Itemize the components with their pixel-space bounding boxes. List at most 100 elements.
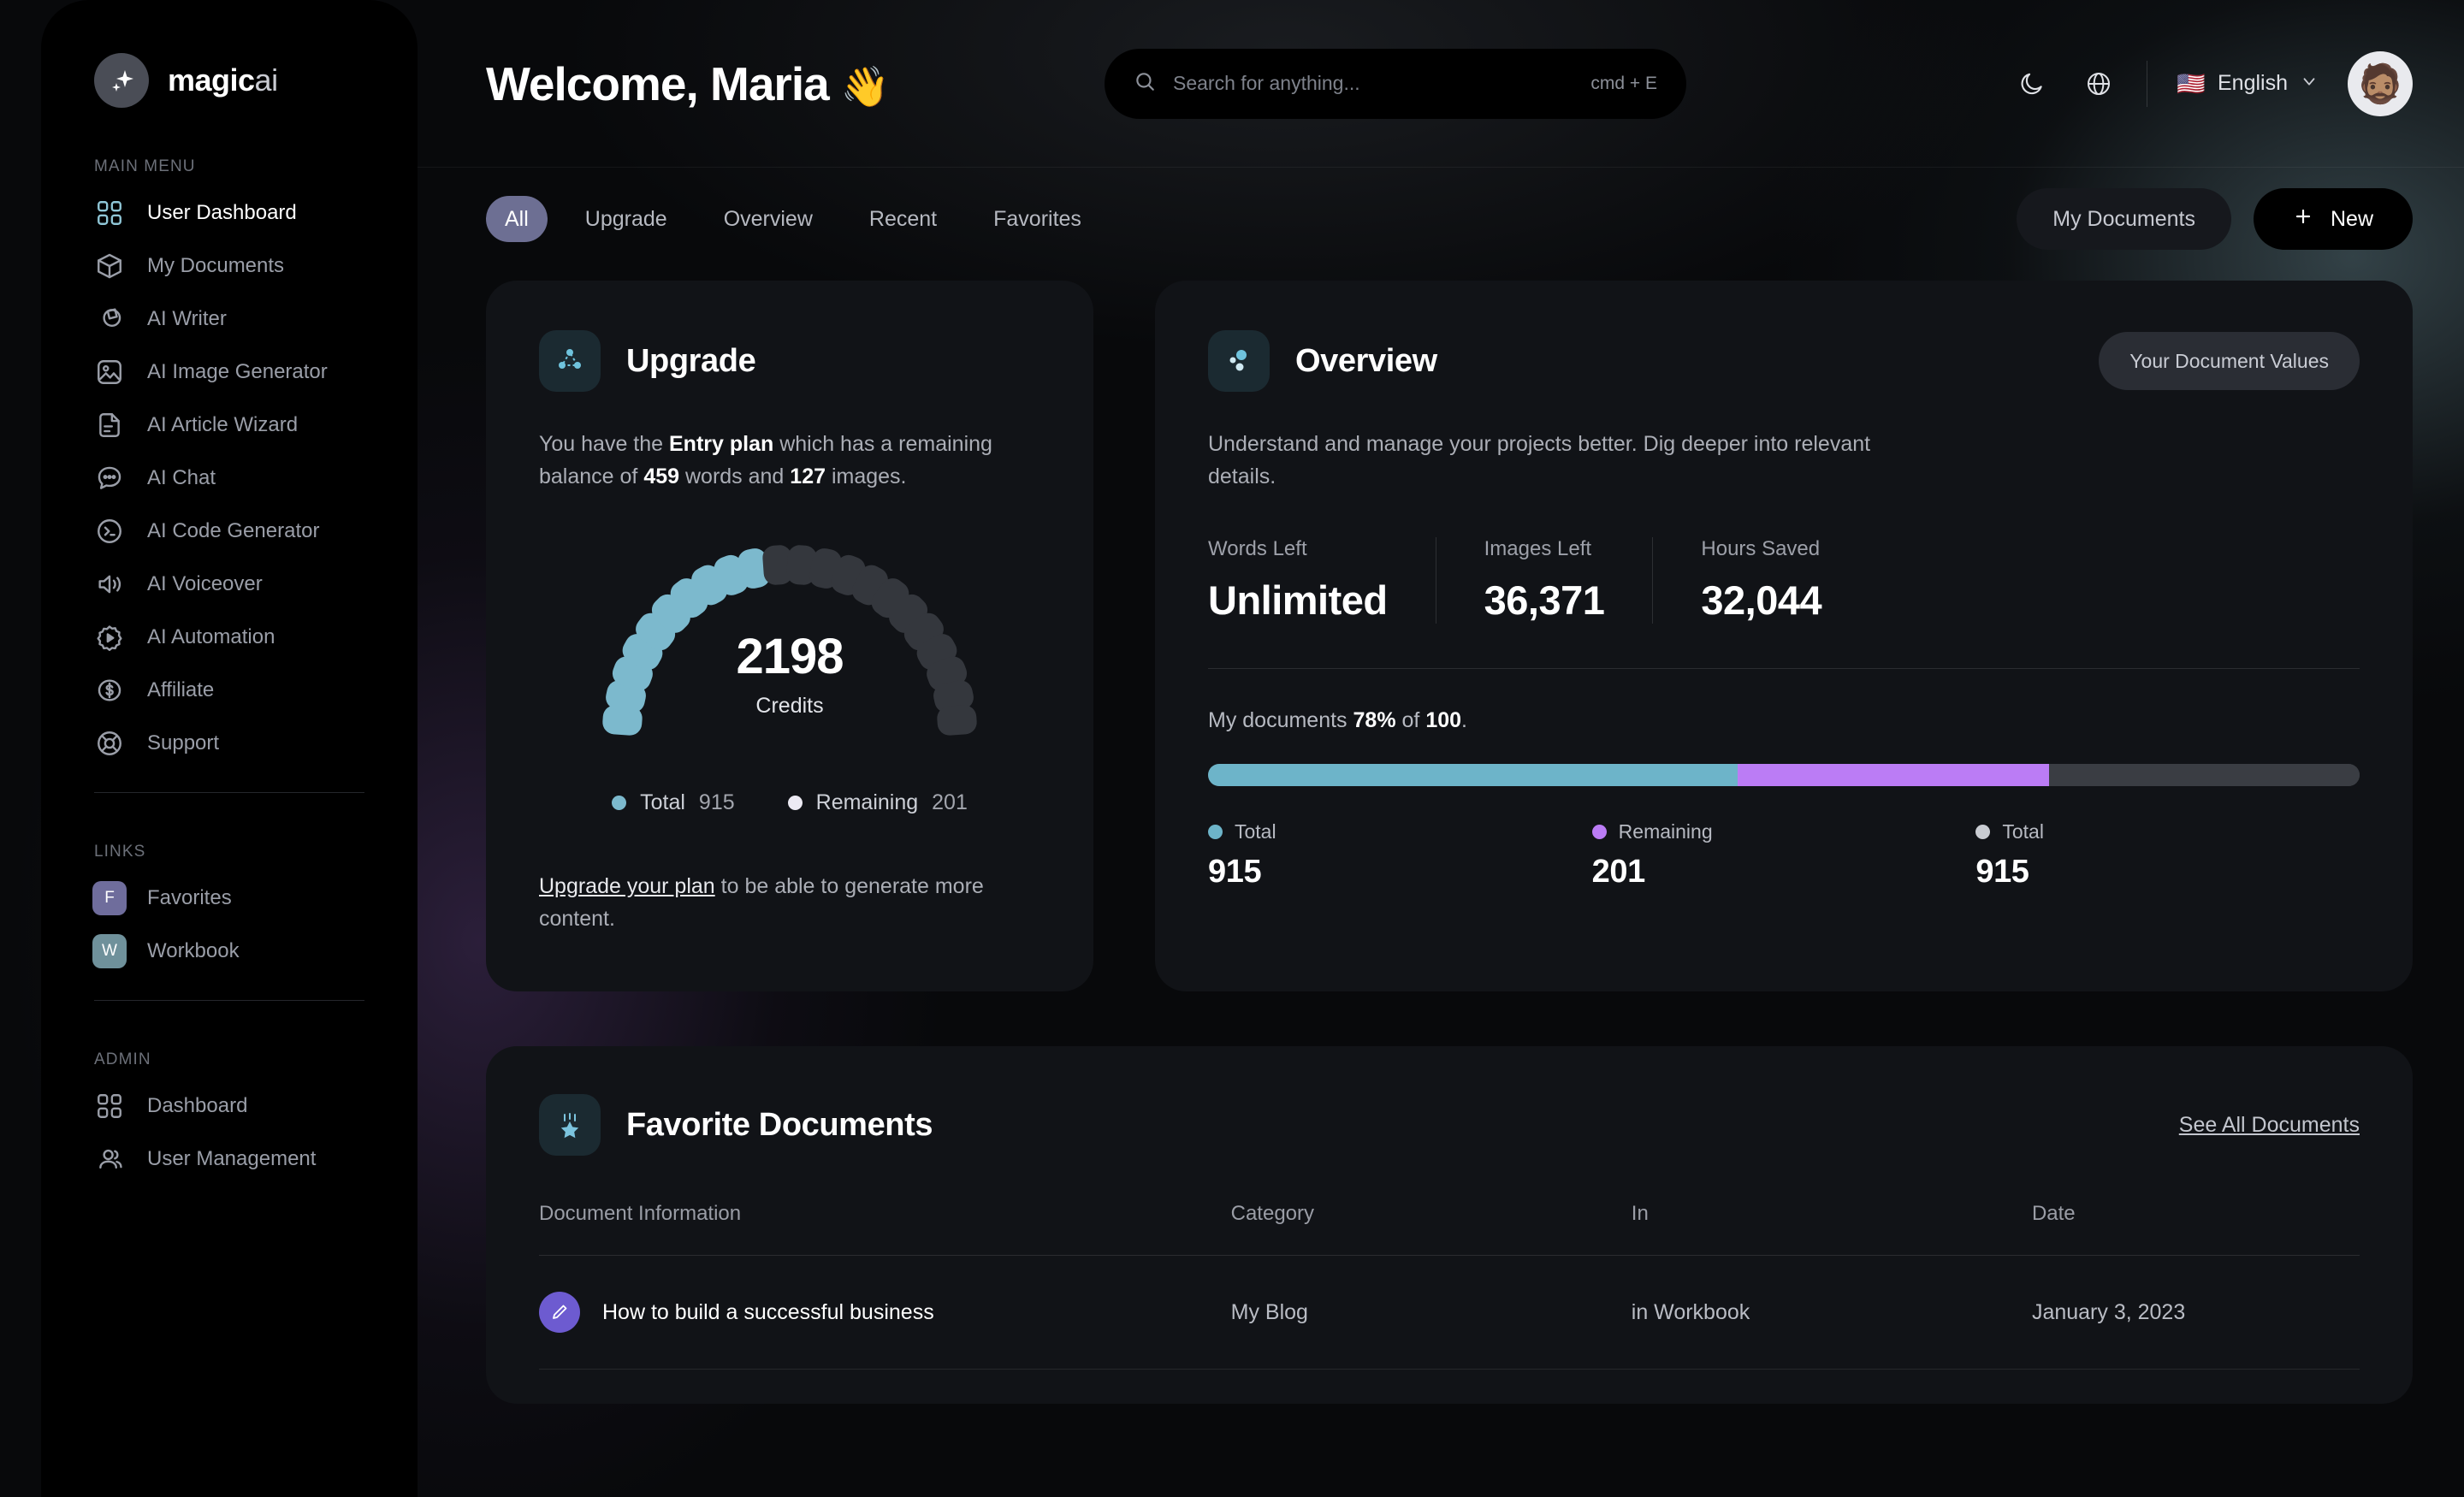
document-title-cell[interactable]: How to build a successful business xyxy=(539,1292,1231,1333)
upgrade-card-title: Upgrade xyxy=(626,342,756,379)
upgrade-card: Upgrade You have the Entry plan which ha… xyxy=(486,281,1093,991)
favorites-title: Favorite Documents xyxy=(626,1106,933,1143)
sparkle-icon xyxy=(94,53,149,108)
sidebar-item-label: AI Automation xyxy=(147,625,275,648)
image-icon xyxy=(94,357,125,388)
new-button[interactable]: New xyxy=(2253,188,2413,250)
wave-icon: 👋 xyxy=(840,63,890,109)
sidebar-item-my-documents[interactable]: My Documents xyxy=(41,240,418,293)
flag-icon: 🇺🇸 xyxy=(2177,70,2206,97)
favorites-table: Document Information Category In Date How t… xyxy=(539,1202,2360,1370)
legend-dot xyxy=(1591,825,1607,839)
search-input[interactable] xyxy=(1172,72,1574,95)
sidebar-item-label: My Documents xyxy=(147,254,285,277)
sidebar-item-ai-writer[interactable]: AI Writer xyxy=(41,293,418,346)
stat-hours-saved: Hours Saved 32,044 xyxy=(1652,537,1869,624)
sidebar-link-workbook[interactable]: W Workbook xyxy=(41,925,418,978)
document-icon xyxy=(94,410,125,441)
overview-card-title: Overview xyxy=(1295,342,1437,379)
progress-legend-item: Total 915 xyxy=(1208,820,1592,891)
language-label: English xyxy=(2218,71,2288,95)
tab-all[interactable]: All xyxy=(486,196,548,242)
legend-value: 201 xyxy=(932,790,968,814)
your-document-values-button[interactable]: Your Document Values xyxy=(2099,332,2360,390)
sidebar-item-label: Favorites xyxy=(147,886,232,909)
sidebar-item-ai-code-generator[interactable]: AI Code Generator xyxy=(41,505,418,558)
link-badge: W xyxy=(92,934,127,968)
sidebar-item-label: AI Voiceover xyxy=(147,572,263,595)
stat-label: Hours Saved xyxy=(1701,537,1821,560)
legend-label: Remaining xyxy=(815,790,919,814)
documents-progress-bar xyxy=(1208,764,2360,786)
legend-dot xyxy=(612,796,627,810)
new-button-label: New xyxy=(2330,206,2373,231)
globe-icon[interactable] xyxy=(2080,65,2118,103)
overview-stats: Words Left Unlimited Images Left 36,371 … xyxy=(1208,537,2360,624)
tab-recent[interactable]: Recent xyxy=(850,196,956,242)
table-column-header: In xyxy=(1631,1202,2032,1256)
sidebar-item-support[interactable]: Support xyxy=(41,717,418,770)
chat-bubble-icon xyxy=(94,463,125,494)
upgrade-plan-link[interactable]: Upgrade your plan xyxy=(539,874,715,898)
sidebar-item-ai-chat[interactable]: AI Chat xyxy=(41,452,418,505)
legend-dot xyxy=(1208,825,1223,839)
table-column-header: Category xyxy=(1230,1202,1632,1256)
brand-name: magicai xyxy=(168,62,278,98)
dollar-circle-icon xyxy=(94,675,125,706)
pen-icon xyxy=(539,1292,580,1333)
legend-label: Total xyxy=(640,790,685,814)
favorite-documents-card: Favorite Documents See All Documents Doc… xyxy=(486,1046,2413,1404)
progress-legend-item: Total 915 xyxy=(1975,820,2360,891)
stat-label: Words Left xyxy=(1208,537,1307,560)
tab-overview[interactable]: Overview xyxy=(705,196,832,242)
shapes-icon xyxy=(94,304,125,334)
terminal-icon xyxy=(94,516,125,547)
overview-card-header: Overview Your Document Values xyxy=(1208,330,2360,392)
grid-icon xyxy=(94,198,125,228)
sidebar-divider-2 xyxy=(94,1000,364,1001)
sidebar-item-ai-article-wizard[interactable]: AI Article Wizard xyxy=(41,399,418,452)
sidebar-divider-1 xyxy=(94,792,364,793)
favorites-header: Favorite Documents See All Documents xyxy=(539,1094,2360,1156)
overview-divider xyxy=(1208,668,2360,669)
legend-label: Total xyxy=(1235,820,1276,843)
moon-icon[interactable] xyxy=(2013,65,2051,103)
speaker-icon xyxy=(94,569,125,600)
legend-label: Total xyxy=(2002,820,2044,843)
main-area: Welcome, Maria👋 cmd + E xyxy=(418,0,2464,1497)
my-documents-button[interactable]: My Documents xyxy=(2017,188,2231,250)
sidebar-admin-dashboard[interactable]: Dashboard xyxy=(41,1080,418,1133)
sidebar-item-ai-image-generator[interactable]: AI Image Generator xyxy=(41,346,418,399)
table-body: How to build a successful business My Bl… xyxy=(539,1255,2360,1370)
sidebar-item-ai-voiceover[interactable]: AI Voiceover xyxy=(41,558,418,611)
sidebar-item-ai-automation[interactable]: AI Automation xyxy=(41,611,418,664)
gauge-legend-item: Total 915 xyxy=(612,790,735,815)
see-all-documents-link[interactable]: See All Documents xyxy=(2179,1113,2360,1138)
progress-legend-item: Remaining 201 xyxy=(1591,820,1976,891)
legend-dot xyxy=(787,796,803,810)
overview-card: Overview Your Document Values Understand… xyxy=(1155,281,2413,991)
sidebar-link-favorites[interactable]: F Favorites xyxy=(41,872,418,925)
language-selector[interactable]: 🇺🇸 English xyxy=(2177,70,2319,98)
brand[interactable]: magicai xyxy=(41,0,418,108)
table-row[interactable]: How to build a successful business My Bl… xyxy=(539,1255,2360,1370)
link-badge: F xyxy=(92,881,127,915)
search-bar[interactable]: cmd + E xyxy=(1104,48,1686,119)
sidebar-item-label: User Management xyxy=(147,1147,317,1170)
sidebar-admin-user-management[interactable]: User Management xyxy=(41,1133,418,1186)
sidebar-item-affiliate[interactable]: Affiliate xyxy=(41,664,418,717)
documents-progress-label: My documents 78% of 100. xyxy=(1208,708,1467,732)
tab-favorites[interactable]: Favorites xyxy=(974,196,1100,242)
stat-images-left: Images Left 36,371 xyxy=(1435,537,1653,624)
sidebar-item-user-dashboard[interactable]: User Dashboard xyxy=(41,186,418,240)
stat-value: Unlimited xyxy=(1208,577,1388,623)
sidebar-section-links: LINKS xyxy=(94,843,146,861)
progress-segment xyxy=(1738,764,2049,786)
avatar[interactable]: 🧔🏽 xyxy=(2348,50,2413,116)
tab-upgrade[interactable]: Upgrade xyxy=(566,196,686,242)
sidebar-item-label: Support xyxy=(147,731,220,754)
sidebar-section-main: MAIN MENU xyxy=(94,157,196,175)
gauge-legend-item: Remaining 201 xyxy=(787,790,968,815)
overview-dots-icon xyxy=(1208,330,1270,392)
table-column-header: Date xyxy=(2031,1202,2360,1256)
